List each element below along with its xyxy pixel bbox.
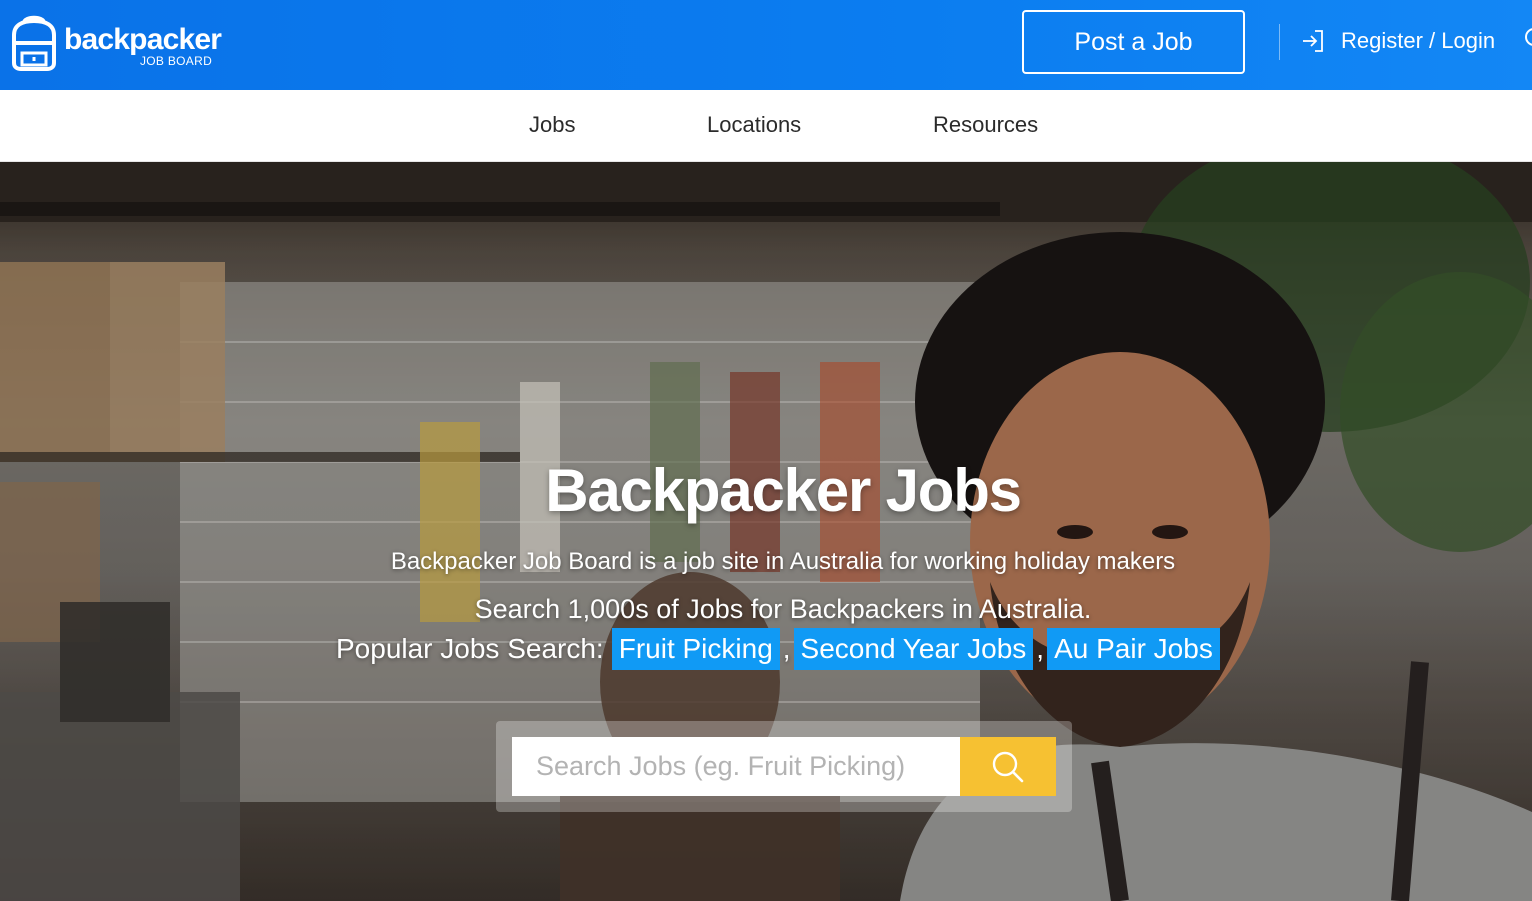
nav-item-locations[interactable]: Locations — [707, 112, 801, 138]
login-arrow-icon — [1303, 30, 1323, 52]
register-login-link[interactable]: Register / Login — [1300, 24, 1495, 58]
hero-section: Backpacker Jobs Backpacker Job Board is … — [0, 162, 1532, 901]
site-logo[interactable]: backpacker JOB BOARD — [6, 12, 234, 72]
nav-item-jobs[interactable]: Jobs — [529, 112, 575, 138]
header-divider — [1279, 24, 1280, 60]
job-search-box — [496, 721, 1072, 812]
nav-item-resources[interactable]: Resources — [933, 112, 1038, 138]
job-search-button[interactable] — [960, 737, 1056, 796]
register-login-label: Register / Login — [1341, 28, 1496, 53]
popular-tag-fruit-picking[interactable]: Fruit Picking — [611, 628, 780, 670]
popular-searches-label: Popular Jobs Search: — [336, 633, 604, 664]
logo-subtitle: JOB BOARD — [140, 54, 213, 68]
popular-tag-second-year-jobs[interactable]: Second Year Jobs — [793, 628, 1034, 670]
popular-tag-au-pair-jobs[interactable]: Au Pair Jobs — [1047, 628, 1220, 670]
hero-description: Backpacker Job Board is a job site in Au… — [390, 548, 1176, 575]
hero-title: Backpacker Jobs — [545, 457, 1022, 524]
hero-count-line: Search 1,000s of Jobs for Backpackers in… — [474, 594, 1092, 624]
backpack-icon — [12, 15, 56, 71]
main-nav: Jobs Locations Resources — [0, 90, 1532, 162]
tag-separator: , — [782, 633, 791, 664]
search-icon — [992, 751, 1024, 782]
logo-wordmark: backpacker — [64, 23, 222, 56]
post-job-button[interactable]: Post a Job — [1022, 10, 1245, 74]
top-header: backpacker JOB BOARD Post a Job Register… — [0, 0, 1532, 90]
tag-separator: , — [1036, 633, 1045, 664]
popular-searches: Popular Jobs Search: Fruit Picking , Sec… — [336, 628, 1220, 670]
job-search-input[interactable] — [512, 737, 960, 796]
search-icon[interactable] — [1522, 26, 1532, 52]
